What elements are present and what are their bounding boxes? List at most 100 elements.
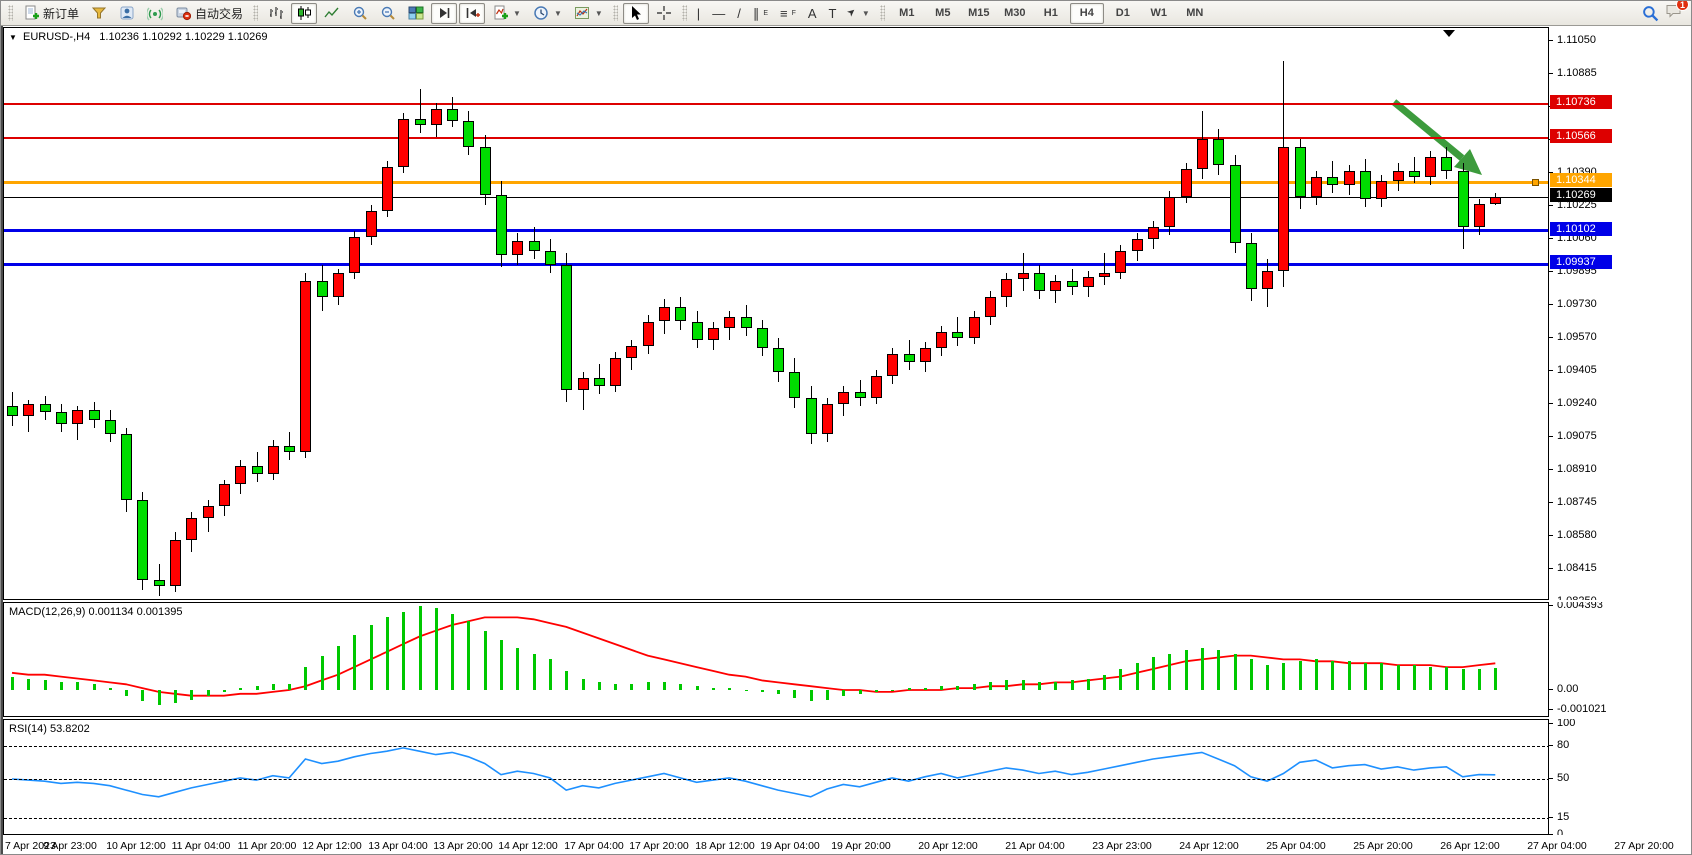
candle — [1246, 243, 1257, 289]
search-icon[interactable] — [1642, 5, 1659, 22]
macd-histogram-bar — [712, 688, 715, 690]
funnel-button[interactable] — [86, 3, 112, 24]
toolbar-grip[interactable] — [682, 5, 687, 21]
macd-histogram-bar — [353, 635, 356, 690]
candle — [268, 446, 279, 474]
candle — [333, 273, 344, 297]
price-axis[interactable]: 1.110501.108851.107201.105551.103901.102… — [1549, 27, 1692, 600]
macd-histogram-bar — [1071, 680, 1074, 690]
profile-button[interactable] — [114, 3, 140, 24]
candlestick-chart-button[interactable] — [291, 3, 317, 24]
price-tick-label: 1.09075 — [1557, 430, 1597, 442]
collapse-triangle-icon[interactable]: ▼ — [9, 33, 17, 42]
time-axis-label: 19 Apr 20:00 — [831, 840, 891, 852]
cursor-button[interactable] — [623, 3, 649, 24]
indicators-dropdown[interactable]: ▼ — [487, 3, 526, 24]
vertical-line-tool-button[interactable]: | — [692, 3, 705, 24]
toolbar-grip[interactable] — [8, 5, 13, 21]
toolbar-grip[interactable] — [253, 5, 258, 21]
horizontal-level-line[interactable] — [4, 137, 1549, 139]
bar-chart-button[interactable] — [263, 3, 289, 24]
macd-histogram-bar — [386, 617, 389, 690]
macd-axis[interactable]: 0.0043930.00-0.001021 — [1549, 602, 1692, 717]
line-drag-handle[interactable] — [1532, 179, 1539, 186]
crosshair-button[interactable] — [651, 3, 677, 24]
new-order-icon — [23, 5, 39, 21]
auto-trading-button[interactable]: 自动交易 — [170, 3, 248, 24]
notifications[interactable]: 1 — [1665, 2, 1683, 24]
macd-histogram-bar — [27, 679, 30, 690]
horizontal-level-line[interactable] — [4, 229, 1549, 232]
price-tick-label: 1.08580 — [1557, 529, 1597, 541]
timeframe-h1-button[interactable]: H1 — [1034, 3, 1068, 24]
equidistant-channel-tool-button[interactable]: ∥E — [748, 3, 773, 24]
trendline-tool-button[interactable]: / — [732, 3, 746, 24]
timeframe-m30-button[interactable]: M30 — [998, 3, 1032, 24]
tile-windows-button[interactable] — [403, 3, 429, 24]
toolbar-grip[interactable] — [880, 5, 885, 21]
candle — [40, 404, 51, 412]
horizontal-line-tool-button[interactable]: — — [707, 3, 730, 24]
price-panel: ▼ EURUSD-,H4 1.10236 1.10292 1.10229 1.1… — [3, 27, 1692, 600]
rsi-axis[interactable]: 1008050150 — [1549, 719, 1692, 835]
macd-plot[interactable]: MACD(12,26,9) 0.001134 0.001395 — [3, 602, 1549, 717]
templates-dropdown[interactable]: ▼ — [569, 3, 608, 24]
candle — [186, 518, 197, 540]
candle — [203, 506, 214, 518]
arrows-tool-button[interactable]: ➤▼ — [843, 3, 874, 24]
timeframe-m5-button[interactable]: M5 — [926, 3, 960, 24]
candle — [773, 348, 784, 372]
timeframe-h4-button[interactable]: H4 — [1070, 3, 1104, 24]
auto-scroll-button[interactable] — [431, 3, 457, 24]
periods-dropdown[interactable]: ▼ — [528, 3, 567, 24]
macd-histogram-bar — [859, 690, 862, 694]
macd-histogram-bar — [1250, 659, 1253, 690]
rsi-tick — [1549, 745, 1553, 746]
macd-histogram-bar — [93, 684, 96, 690]
price-tick-label: 1.09730 — [1557, 298, 1597, 310]
macd-histogram-bar — [1022, 680, 1025, 690]
macd-histogram-bar — [516, 648, 519, 690]
macd-histogram-bar — [826, 690, 829, 700]
timeframe-w1-button[interactable]: W1 — [1142, 3, 1176, 24]
macd-histogram-bar — [1445, 667, 1448, 690]
macd-tick — [1549, 689, 1553, 690]
timeframe-d1-button[interactable]: D1 — [1106, 3, 1140, 24]
horizontal-level-line[interactable] — [4, 263, 1549, 266]
fibonacci-tool-button[interactable]: ≡F — [775, 3, 801, 24]
rsi-plot[interactable]: RSI(14) 53.8202 — [3, 719, 1549, 835]
timeframe-m15-button[interactable]: M15 — [962, 3, 996, 24]
zoom-out-button[interactable] — [375, 3, 401, 24]
line-chart-button[interactable] — [319, 3, 345, 24]
candle — [1213, 139, 1224, 165]
rsi-tick — [1549, 778, 1553, 779]
time-axis-label: 10 Apr 12:00 — [106, 840, 166, 852]
timeframe-m1-button[interactable]: M1 — [890, 3, 924, 24]
price-tick — [1549, 469, 1553, 470]
text-label-tool-button[interactable]: T — [824, 3, 842, 24]
candle — [23, 404, 34, 416]
zoom-in-button[interactable] — [347, 3, 373, 24]
candle — [89, 410, 100, 420]
price-tick — [1549, 568, 1553, 569]
price-level-badge: 1.10344 — [1550, 173, 1612, 187]
time-axis[interactable]: 7 Apr 20239 Apr 23:0010 Apr 12:0011 Apr … — [3, 835, 1692, 855]
candle — [789, 372, 800, 398]
price-tick — [1549, 271, 1553, 272]
candle — [1311, 177, 1322, 197]
text-tool-button[interactable]: A — [803, 3, 822, 24]
candle — [985, 297, 996, 317]
candle — [626, 346, 637, 358]
drawing-tools-group: | — /∥E≡FAT➤▼ — [692, 3, 875, 24]
rsi-tick — [1549, 723, 1553, 724]
candle — [1099, 273, 1110, 277]
chart-shift-marker-icon[interactable] — [1443, 30, 1455, 37]
signal-button[interactable] — [142, 3, 168, 24]
toolbar-grip[interactable] — [613, 5, 618, 21]
horizontal-line-icon: — — [712, 7, 725, 20]
chart-shift-button[interactable] — [459, 3, 485, 24]
new-order-button[interactable]: 新订单 — [18, 3, 84, 24]
timeframe-mn-button[interactable]: MN — [1178, 3, 1212, 24]
price-plot[interactable]: ▼ EURUSD-,H4 1.10236 1.10292 1.10229 1.1… — [3, 27, 1549, 600]
horizontal-level-line[interactable] — [4, 103, 1549, 105]
